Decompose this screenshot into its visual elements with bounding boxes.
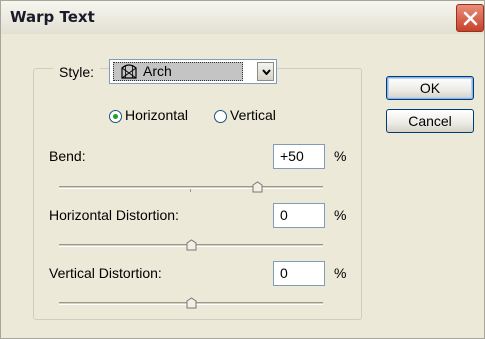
horizontal-distortion-label: Horizontal Distortion: (49, 207, 179, 223)
style-select[interactable]: Arch (109, 59, 277, 84)
vertical-radio-label[interactable]: Vertical (230, 107, 276, 123)
ok-button[interactable]: OK (386, 76, 474, 100)
vertical-distortion-label: Vertical Distortion: (49, 265, 162, 281)
bend-input[interactable]: +50 (273, 144, 325, 169)
horizontal-distortion-slider-thumb[interactable] (186, 239, 197, 251)
bend-slider-thumb[interactable] (252, 181, 263, 193)
bend-slider-center-tick (190, 189, 191, 192)
style-label-wrap: Style: (53, 59, 101, 85)
vertical-radio[interactable] (214, 110, 227, 123)
style-dropdown-button[interactable] (257, 62, 274, 81)
chevron-down-icon (262, 69, 271, 75)
title-bar[interactable]: Warp Text (1, 1, 484, 34)
arch-warp-icon (121, 64, 137, 79)
bend-slider-track[interactable] (59, 186, 323, 189)
close-button[interactable] (456, 4, 484, 32)
window-title: Warp Text (10, 8, 95, 26)
vertical-distortion-slider-thumb[interactable] (186, 297, 197, 309)
warp-text-dialog: Warp Text Style: Arch Horizontal Vertica… (0, 0, 485, 339)
vertical-distortion-input[interactable]: 0 (273, 261, 325, 286)
style-selected-value[interactable]: Arch (113, 62, 243, 81)
horizontal-distortion-unit: % (334, 207, 347, 223)
style-value-text: Arch (143, 63, 172, 79)
bend-unit: % (334, 148, 347, 164)
vertical-distortion-unit: % (334, 265, 347, 281)
horizontal-radio-label[interactable]: Horizontal (125, 107, 188, 123)
horizontal-radio[interactable] (109, 110, 122, 123)
horizontal-distortion-input[interactable]: 0 (273, 203, 325, 228)
cancel-button[interactable]: Cancel (386, 109, 474, 133)
close-icon (463, 11, 478, 26)
style-label: Style: (59, 64, 95, 80)
bend-label: Bend: (49, 148, 86, 164)
